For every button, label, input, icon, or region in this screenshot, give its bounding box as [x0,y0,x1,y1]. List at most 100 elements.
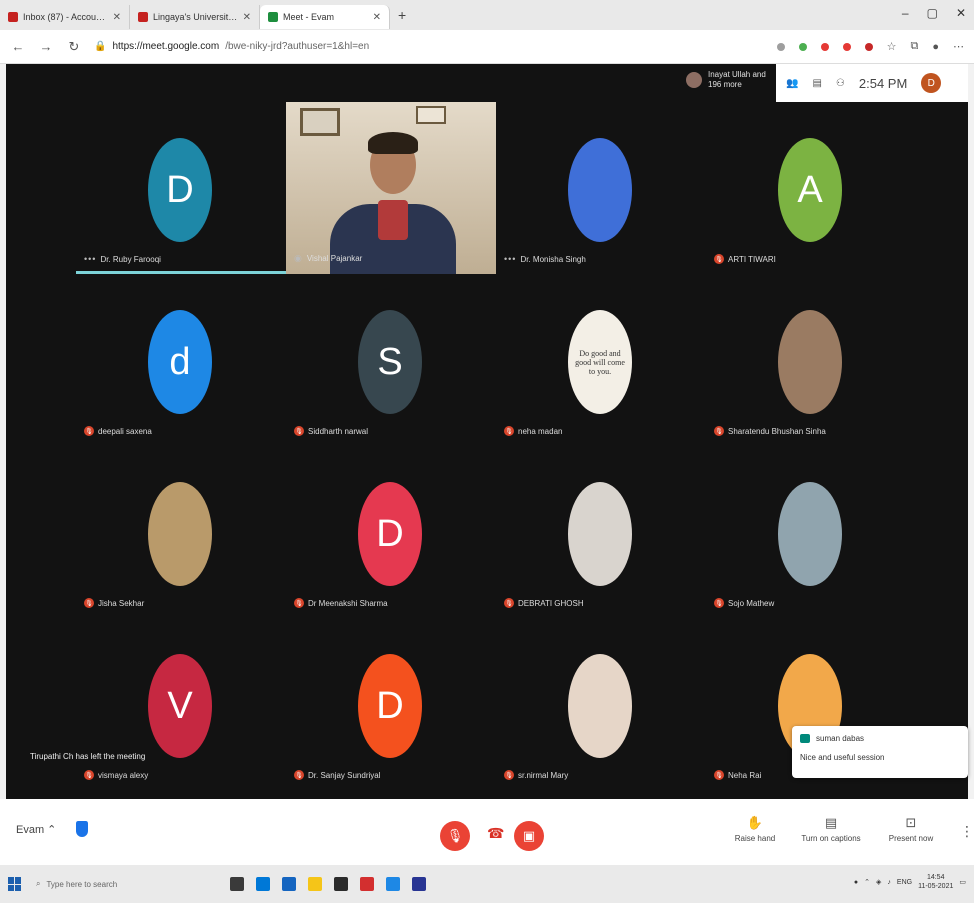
tray-icon[interactable]: ● [854,879,858,886]
camera-off-button[interactable]: ▣ [514,821,544,851]
mic-off-icon: 🎙 [84,426,94,436]
maximize-icon[interactable]: ▢ [927,6,938,20]
activities-icon[interactable]: ⚇ [836,78,845,89]
participant-tile[interactable]: A 🎙 ARTI TIWARI [706,102,916,274]
windows-start-icon[interactable] [8,877,22,891]
chat-toast[interactable]: suman dabas Nice and useful session [792,726,968,778]
extension-icon[interactable] [820,42,829,51]
participant-tile[interactable]: 🎙 Sojo Mathew [706,446,916,618]
participant-name: 🎙 deepali saxena [84,426,152,436]
network-icon[interactable]: ◈ [876,878,881,886]
minimize-icon[interactable]: – [902,6,909,20]
mic-off-icon: 🎙 [504,426,514,436]
system-clock[interactable]: 14:54 11-05-2021 [918,873,953,891]
participant-tile[interactable]: ◉ Vishal Pajankar [286,102,496,274]
reload-icon[interactable]: ↻ [66,39,82,55]
avatar[interactable]: D [921,73,942,93]
participant-name: 🎙 Sharatendu Bhushan Sinha [714,426,826,436]
participant-tile[interactable]: 🎙 sr.nirmal Mary [496,618,706,790]
extension-icon[interactable] [842,42,851,51]
volume-icon[interactable]: ♪ [887,879,891,886]
meeting-name[interactable]: Evam ⌃ [16,823,56,836]
app-icon[interactable] [412,877,426,891]
present-icon: ⊡ [905,815,917,830]
avatar-circle [148,482,212,586]
participant-tile[interactable]: S 🎙 Siddharth narwal [286,274,496,446]
mic-off-icon: 🎙 [84,770,94,780]
participant-tile[interactable]: ••• Dr. Monisha Singh [496,102,706,274]
participant-tile[interactable]: V 🎙 vismaya alexy [76,618,286,790]
meet-top-bar: Inayat Ullah and 196 more 👥 ▤ ⚇ 2:54 PM … [6,64,968,102]
notification-icon[interactable]: ▭ [959,878,966,886]
collections-icon[interactable]: ⧉ [910,40,918,53]
participant-name: 🎙 Dr. Sanjay Sundriyal [294,770,380,780]
tab-meet[interactable]: Meet - Evam ✕ [260,5,390,29]
raise-hand-button[interactable]: ✋ Raise hand [720,815,790,843]
task-view-icon[interactable] [230,877,244,891]
hang-up-button[interactable]: ☎ [487,825,504,842]
close-icon[interactable]: ✕ [113,12,121,23]
participant-tile[interactable]: 🎙 Sharatendu Bhushan Sinha [706,274,916,446]
menu-icon[interactable]: ⋯ [953,40,964,53]
clock-time: 14:54 [926,874,945,881]
camera-icon[interactable] [776,42,785,51]
participants-joined: Inayat Ullah and 196 more [686,70,772,90]
favorites-icon[interactable]: ☆ [887,40,897,53]
opera-icon[interactable] [360,877,374,891]
present-now-button[interactable]: ⊡ Present now [876,815,946,843]
people-icon[interactable]: 👥 [786,78,798,89]
store-icon[interactable] [256,877,270,891]
toast-message: Nice and useful session [800,753,885,762]
app-icon[interactable] [334,877,348,891]
meet-icon [268,12,278,22]
participant-name: 🎙 Neha Rai [714,770,761,780]
new-tab-button[interactable]: + [390,7,414,23]
address-bar[interactable]: 🔒 https://meet.google.com/bwe-niky-jrd?a… [94,36,765,58]
avatar [148,482,212,586]
extension-icon[interactable] [798,42,807,51]
edge-icon[interactable] [282,877,296,891]
profile-icon[interactable]: ● [932,41,939,53]
back-icon[interactable]: ← [10,39,26,54]
participant-tile[interactable]: D 🎙 Dr. Sanjay Sundriyal [286,618,496,790]
system-tray: ● ⌃ ◈ ♪ ENG 14:54 11-05-2021 ▭ [854,873,966,891]
shield-icon[interactable] [76,821,88,837]
participant-tile[interactable]: D ••• Dr. Ruby Farooqi [76,102,286,274]
file-explorer-icon[interactable] [308,877,322,891]
captions-button[interactable]: ▤ Turn on captions [796,815,866,843]
tab-gmail-inbox[interactable]: Inbox (87) - Account@ ✕ [0,5,130,29]
participant-name-label: Dr. Ruby Farooqi [100,254,161,264]
taskbar-search[interactable]: ⌕ Type here to search [30,873,190,895]
windows-taskbar: ⌕ Type here to search ● ⌃ ◈ ♪ ENG 14:54 … [0,865,974,903]
word-icon[interactable] [386,877,400,891]
participant-name: 🎙 Dr Meenakshi Sharma [294,598,388,608]
tab-label: Lingaya's University Mail [153,12,238,22]
close-icon[interactable]: ✕ [373,12,381,23]
avatar: d [148,310,212,414]
avatar: D [148,138,212,242]
participant-name: 🎙 ARTI TIWARI [714,254,776,264]
participant-tile[interactable]: 🎙 Jisha Sekhar [76,446,286,618]
chevron-up-icon[interactable]: ⌃ [864,878,870,886]
url-path: /bwe-niky-jrd?authuser=1&hl=en [225,41,370,52]
participant-name-label: Dr Meenakshi Sharma [308,598,388,608]
participant-tile[interactable]: 🎙 DEBRATI GHOSH [496,446,706,618]
tab-university-mail[interactable]: Lingaya's University Mail ✕ [130,5,260,29]
extension-icon[interactable] [864,42,873,51]
close-window-icon[interactable]: ✕ [956,6,966,20]
mic-off-button[interactable]: 🎙 [440,821,470,851]
mic-off-icon: 🎙 [84,598,94,608]
participant-tile[interactable]: d 🎙 deepali saxena [76,274,286,446]
participant-tile[interactable]: D 🎙 Dr Meenakshi Sharma [286,446,496,618]
chat-icon[interactable]: ▤ [812,78,821,89]
close-icon[interactable]: ✕ [243,12,251,23]
mic-off-icon: 🎙 [504,770,514,780]
avatar: Do good and good will come to you. [568,310,632,414]
language-indicator[interactable]: ENG [897,879,912,886]
participant-name-label: Sharatendu Bhushan Sinha [728,426,826,436]
forward-icon[interactable]: → [38,39,54,54]
participant-name: 🎙 Sojo Mathew [714,598,774,608]
participant-name: 🎙 sr.nirmal Mary [504,770,568,780]
more-options-icon[interactable]: ⋮ [960,823,974,840]
participant-tile[interactable]: Do good and good will come to you. 🎙 neha … [496,274,706,446]
